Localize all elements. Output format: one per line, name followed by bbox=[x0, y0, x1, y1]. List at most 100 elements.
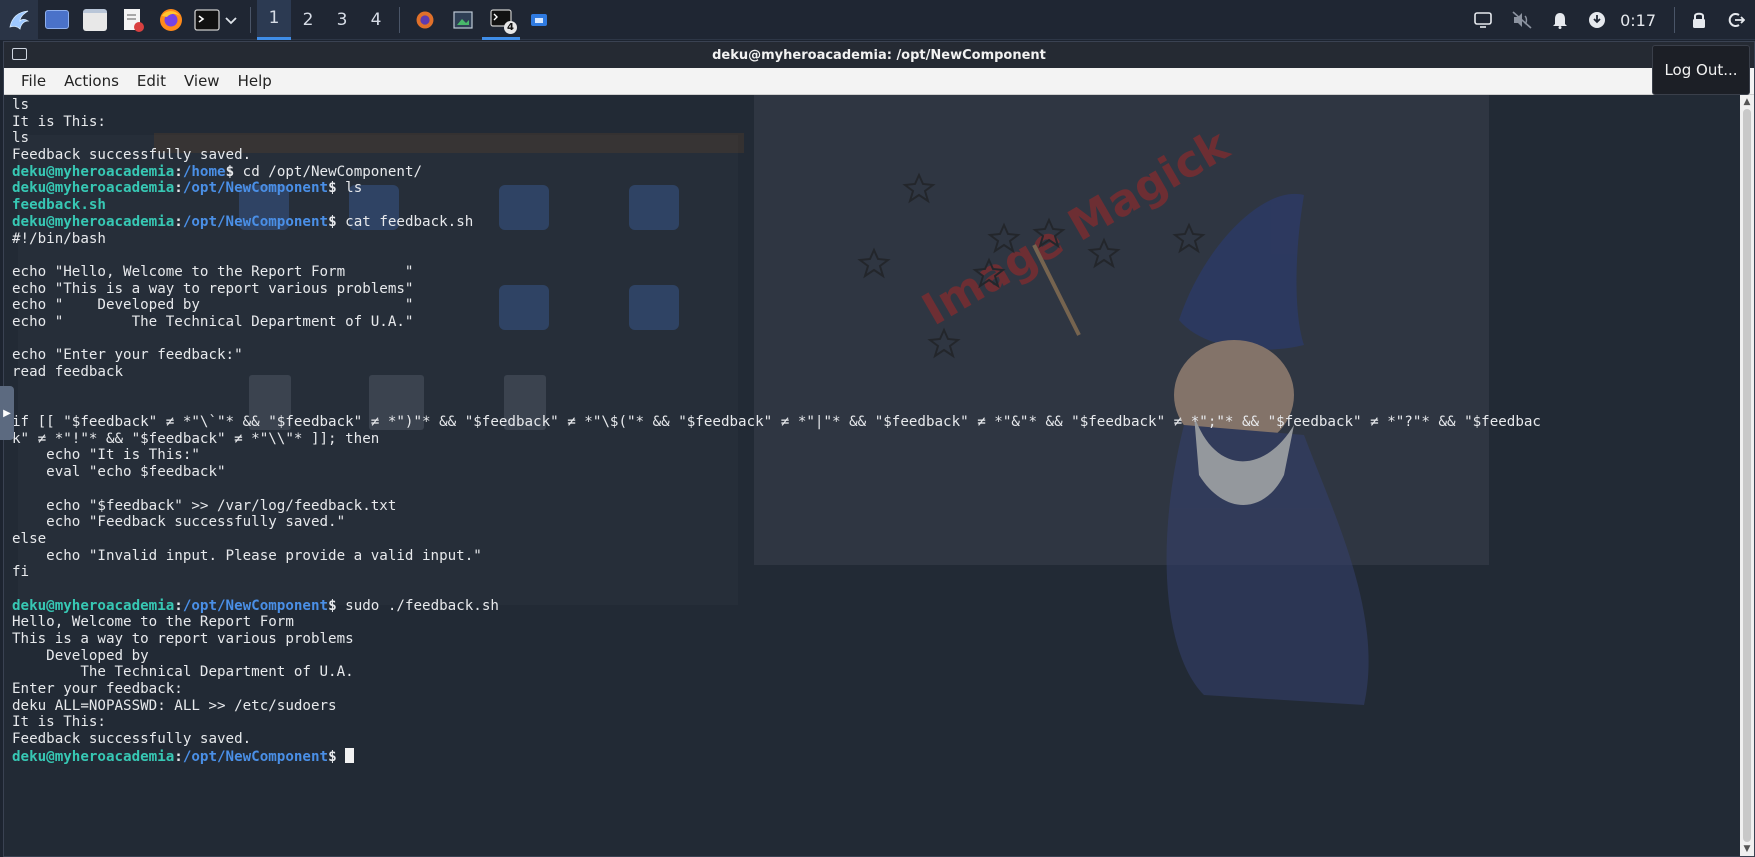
menu-file[interactable]: File bbox=[12, 72, 55, 90]
bell-icon bbox=[1553, 13, 1568, 29]
terminal-output-line: fi bbox=[12, 564, 30, 581]
side-panel-handle[interactable]: ▶ bbox=[0, 386, 14, 440]
prompt-dollar: $ bbox=[328, 180, 346, 197]
terminal-output-line: echo " Developed by " bbox=[12, 297, 414, 314]
terminal-viewport[interactable]: Image Magick ls It is This: ls Feedback … bbox=[4, 95, 1754, 856]
terminal-output-line: Hello, Welcome to the Report Form bbox=[12, 614, 294, 631]
image-viewer-icon bbox=[453, 10, 473, 29]
terminal-output-line: It is This: bbox=[12, 113, 106, 130]
terminal-output-line: echo " The Technical Department of U.A." bbox=[12, 313, 414, 330]
chevron-down-icon[interactable] bbox=[224, 14, 238, 26]
logout-button[interactable] bbox=[1727, 11, 1745, 29]
terminal-prompt-line: deku@myheroacademia:/opt/NewComponent$ s… bbox=[12, 598, 1736, 615]
window-icon bbox=[531, 13, 547, 26]
terminal-output-line: Feedback successfully saved. bbox=[12, 731, 252, 748]
terminal-output-line: read feedback bbox=[12, 364, 124, 380]
workspace-3-button[interactable]: 3 bbox=[325, 0, 359, 40]
display-settings-button[interactable] bbox=[1474, 12, 1492, 28]
menu-view[interactable]: View bbox=[175, 72, 229, 90]
lock-screen-button[interactable] bbox=[1691, 11, 1707, 29]
prompt-path: /opt/NewComponent bbox=[182, 213, 329, 230]
terminal-output: ls It is This: ls Feedback successfully sav… bbox=[12, 97, 1736, 765]
workspace-1-button[interactable]: 1 bbox=[257, 0, 291, 40]
logout-tooltip: Log Out... bbox=[1652, 45, 1750, 95]
prompt-path: /opt/NewComponent bbox=[182, 748, 329, 765]
terminal-output-line: Developed by bbox=[12, 647, 149, 664]
terminal-output-line: else bbox=[12, 530, 47, 547]
prompt-user: deku@myheroacademia bbox=[12, 748, 175, 765]
terminal-prompt-line: deku@myheroacademia:/opt/NewComponent$ c… bbox=[12, 214, 1736, 231]
menu-actions[interactable]: Actions bbox=[55, 72, 128, 90]
terminal-output-line: ls bbox=[12, 130, 30, 147]
taskbar-separator bbox=[399, 6, 400, 33]
taskbar-firefox-window[interactable] bbox=[406, 0, 444, 40]
terminal-output-line: deku ALL=NOPASSWD: ALL >> /etc/sudoers bbox=[12, 697, 337, 714]
firefox-icon bbox=[416, 11, 434, 28]
prompt-path: /opt/NewComponent bbox=[182, 180, 329, 197]
desktop-icon bbox=[45, 10, 69, 29]
terminal-prompt-line: deku@myheroacademia:/opt/NewComponent$ l… bbox=[12, 180, 1736, 197]
terminal-output-line: echo "$feedback" >> /var/log/feedback.tx… bbox=[12, 497, 397, 514]
vertical-scrollbar[interactable]: ▲ ▼ bbox=[1740, 95, 1754, 856]
app-menu-button[interactable] bbox=[0, 0, 38, 40]
taskbar-image-viewer-window[interactable] bbox=[444, 0, 482, 40]
terminal-prompt-line: deku@myheroacademia:/home$ cd /opt/NewCo… bbox=[12, 164, 1736, 181]
clock[interactable]: 0:17 bbox=[1620, 11, 1656, 30]
terminal-output-line: if [[ "$feedback" ≠ *"\`"* && "$feedback… bbox=[12, 414, 1541, 431]
terminal-output-line: #!/bin/bash bbox=[12, 230, 106, 247]
menu-help[interactable]: Help bbox=[229, 72, 281, 90]
prompt-user: deku@myheroacademia bbox=[12, 597, 175, 614]
volume-button[interactable] bbox=[1512, 11, 1532, 29]
terminal-output-line: Enter your feedback: bbox=[12, 681, 183, 698]
volume-muted-icon bbox=[1512, 11, 1532, 29]
prompt-user: deku@myheroacademia bbox=[12, 180, 175, 197]
taskbar: 1 2 3 4 4 0:17 bbox=[0, 0, 1755, 40]
file-manager-launcher[interactable] bbox=[76, 0, 114, 40]
workspace-2-button[interactable]: 2 bbox=[291, 0, 325, 40]
prompt-dollar: $ bbox=[328, 597, 346, 614]
menu-bar: File Actions Edit View Help bbox=[4, 68, 1754, 95]
prompt-colon: : bbox=[174, 163, 183, 180]
show-desktop-button[interactable] bbox=[38, 0, 76, 40]
prompt-user: deku@myheroacademia bbox=[12, 213, 175, 230]
terminal-output-line: echo "It is This:" bbox=[12, 447, 200, 464]
text-editor-launcher[interactable] bbox=[114, 0, 152, 40]
caret-right-icon: ▶ bbox=[3, 407, 11, 419]
system-tray: 0:17 bbox=[1464, 0, 1755, 40]
taskbar-terminal-window-group[interactable]: 4 bbox=[482, 0, 520, 40]
prompt-colon: : bbox=[174, 597, 183, 614]
terminal-output-line: ls bbox=[12, 97, 30, 113]
scroll-down-arrow-icon[interactable]: ▼ bbox=[1740, 842, 1754, 856]
logout-icon bbox=[1728, 13, 1745, 27]
prompt-path: /home bbox=[182, 163, 226, 180]
terminal-launcher[interactable] bbox=[190, 0, 244, 40]
scroll-up-arrow-icon[interactable]: ▲ bbox=[1740, 95, 1754, 109]
lock-icon bbox=[1693, 12, 1705, 28]
menu-edit[interactable]: Edit bbox=[128, 72, 175, 90]
updates-button[interactable] bbox=[1588, 11, 1606, 29]
text-editor-icon bbox=[124, 8, 144, 32]
notifications-button[interactable] bbox=[1552, 11, 1568, 29]
prompt-user: deku@myheroacademia bbox=[12, 163, 175, 180]
prompt-path: /opt/NewComponent bbox=[182, 597, 329, 614]
prompt-colon: : bbox=[174, 180, 183, 197]
download-circle-icon bbox=[1589, 12, 1606, 28]
terminal-output-line: echo "This is a way to report various pr… bbox=[12, 280, 414, 297]
taskbar-app-window[interactable] bbox=[520, 0, 558, 40]
tray-separator bbox=[1674, 7, 1675, 33]
prompt-dollar: $ bbox=[328, 213, 346, 230]
prompt-colon: : bbox=[174, 213, 183, 230]
prompt-colon: : bbox=[174, 748, 183, 765]
terminal-output-line: Feedback successfully saved. bbox=[12, 147, 252, 164]
workspace-4-button[interactable]: 4 bbox=[359, 0, 393, 40]
terminal-icon bbox=[194, 8, 220, 31]
terminal-output-line: k" ≠ *"!"* && "$feedback" ≠ *"\\"* ]]; t… bbox=[12, 430, 380, 447]
terminal-output-line: echo "Enter your feedback:" bbox=[12, 347, 243, 364]
terminal-output-line: This is a way to report various problems bbox=[12, 631, 354, 647]
scrollbar-thumb[interactable] bbox=[1743, 109, 1751, 842]
window-titlebar[interactable]: deku@myheroacademia: /opt/NewComponent bbox=[4, 42, 1754, 68]
firefox-launcher[interactable] bbox=[152, 0, 190, 40]
